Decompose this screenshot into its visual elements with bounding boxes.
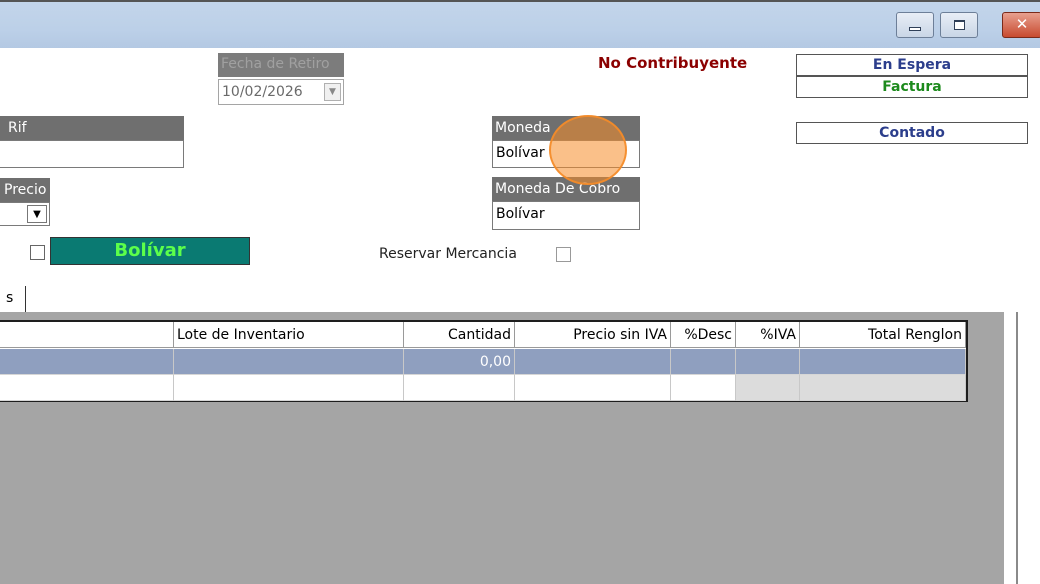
reservar-mercancia-checkbox[interactable]	[556, 247, 571, 262]
fecha-retiro-field[interactable]: 10/02/2026 ▼	[218, 79, 344, 105]
column-header-cantidad[interactable]: Cantidad	[404, 322, 515, 348]
column-header-articulo[interactable]	[0, 322, 174, 348]
fecha-dropdown-button[interactable]: ▼	[324, 83, 341, 101]
fecha-retiro-label: Fecha de Retiro	[218, 53, 344, 77]
close-icon: ✕	[1015, 15, 1029, 33]
rif-label: Rif	[0, 116, 184, 140]
grid-right-margin	[1004, 312, 1040, 584]
moneda-cobro-field[interactable]: Bolívar	[492, 201, 640, 230]
table-cell[interactable]	[800, 375, 966, 401]
moneda-checkbox[interactable]	[30, 245, 45, 260]
reservar-mercancia-label: Reservar Mercancia	[379, 246, 517, 262]
table-cell[interactable]	[174, 375, 404, 401]
minimize-button[interactable]	[896, 12, 934, 38]
table-cell[interactable]	[515, 375, 671, 401]
maximize-button[interactable]	[940, 12, 978, 38]
maximize-icon	[954, 20, 965, 30]
column-header-precio[interactable]: Precio sin IVA	[515, 322, 671, 348]
table-cell[interactable]	[174, 349, 404, 375]
precio-label: Precio	[0, 178, 50, 202]
click-indicator	[549, 115, 627, 185]
tab-detalle[interactable]: s	[0, 286, 26, 312]
table-cell[interactable]	[736, 349, 800, 375]
column-header-total[interactable]: Total Renglon	[800, 322, 966, 348]
table-cell[interactable]	[736, 375, 800, 401]
rif-field[interactable]	[0, 140, 184, 168]
table-cell[interactable]	[0, 375, 174, 401]
window-title-bar: ✕	[0, 0, 1040, 48]
table-cell[interactable]	[515, 349, 671, 375]
column-header-iva[interactable]: %IVA	[736, 322, 800, 348]
minimize-icon	[909, 27, 921, 31]
table-cell[interactable]: 0,00	[404, 349, 515, 375]
chevron-down-icon: ▼	[329, 87, 336, 97]
precio-dropdown[interactable]: ▼	[0, 202, 50, 226]
no-contribuyente-label: No Contribuyente	[598, 54, 748, 72]
factura-status: Factura	[796, 76, 1028, 98]
column-header-lote[interactable]: Lote de Inventario	[174, 322, 404, 348]
contado-status: Contado	[796, 122, 1028, 144]
column-header-desc[interactable]: %Desc	[671, 322, 736, 348]
table-cell[interactable]	[404, 375, 515, 401]
items-grid[interactable]: Lote de Inventario Cantidad Precio sin I…	[0, 320, 968, 402]
moneda-cobro-label: Moneda De Cobro	[492, 177, 640, 201]
table-cell[interactable]	[800, 349, 966, 375]
moneda-badge: Bolívar	[50, 237, 250, 265]
table-cell[interactable]	[0, 349, 174, 375]
en-espera-status: En Espera	[796, 54, 1028, 76]
grid-scroll-border	[1016, 312, 1018, 584]
close-button[interactable]: ✕	[1002, 12, 1040, 38]
precio-dropdown-button[interactable]: ▼	[27, 205, 47, 223]
table-cell[interactable]	[671, 375, 736, 401]
table-cell[interactable]	[671, 349, 736, 375]
chevron-down-icon: ▼	[33, 209, 41, 220]
fecha-retiro-value: 10/02/2026	[222, 84, 303, 100]
